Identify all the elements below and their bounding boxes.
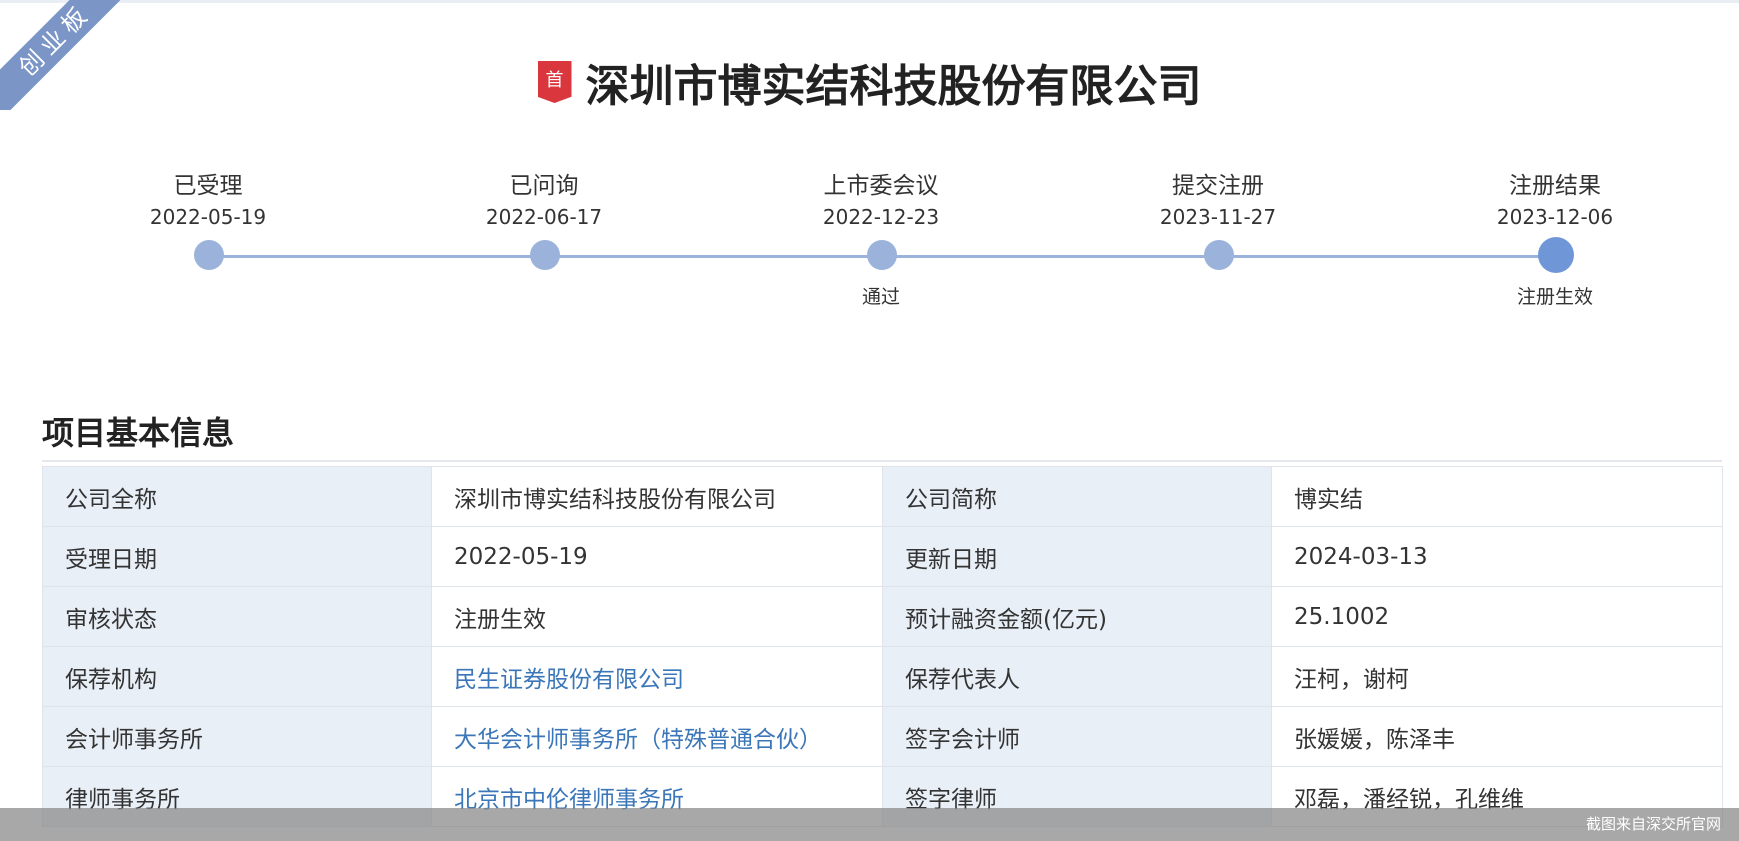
sponsor-representative-label: 保荐代表人	[882, 646, 1272, 707]
timeline-step-date: 2022-06-17	[485, 205, 603, 229]
timeline-step-date: 2023-11-27	[1159, 205, 1277, 229]
page-header: 首 深圳市博实结科技股份有限公司	[0, 50, 1739, 120]
timeline-step-name: 注册结果	[1509, 173, 1601, 199]
signing-accountant-value: 张媛媛，陈泽丰	[1271, 706, 1723, 767]
timeline-step-name: 已受理	[173, 173, 243, 199]
table-row: 审核状态 注册生效 预计融资金额(亿元) 25.1002	[42, 586, 1723, 647]
timeline-step-listing-committee: 上市委会议 2022-12-23 通过	[781, 170, 981, 308]
timeline-step-inquired: 已问询 2022-06-17	[444, 170, 644, 270]
timeline-step-date: 2023-12-06	[1496, 205, 1614, 229]
timeline-step-accepted: 已受理 2022-05-19	[108, 170, 308, 270]
timeline-step-status: 注册生效	[1516, 286, 1593, 308]
update-date-value: 2024-03-13	[1271, 526, 1723, 587]
timeline-dot	[530, 240, 560, 270]
timeline-dot	[1204, 240, 1234, 270]
sponsor-representative-value: 汪柯，谢柯	[1271, 646, 1723, 707]
sponsor-link[interactable]: 民生证券股份有限公司	[431, 646, 883, 707]
company-full-name-value: 深圳市博实结科技股份有限公司	[431, 466, 883, 527]
timeline-dot	[194, 240, 224, 270]
sponsor-label: 保荐机构	[42, 646, 432, 707]
project-info-table: 公司全称 深圳市博实结科技股份有限公司 公司简称 博实结 受理日期 2022-0…	[42, 466, 1723, 827]
screenshot-source-note: 截图来自深交所官网	[1585, 815, 1721, 833]
review-status-label: 审核状态	[42, 586, 432, 647]
timeline-step-registration-submitted: 提交注册 2023-11-27	[1118, 170, 1318, 270]
page-title: 深圳市博实结科技股份有限公司	[585, 61, 1202, 112]
accounting-firm-label: 会计师事务所	[42, 706, 432, 767]
timeline-step-name: 提交注册	[1172, 173, 1264, 199]
progress-timeline: 已受理 2022-05-19 已问询 2022-06-17 上市委会议 2022…	[0, 170, 1739, 320]
accept-date-label: 受理日期	[42, 526, 432, 587]
timeline-dot	[867, 240, 897, 270]
company-full-name-label: 公司全称	[42, 466, 432, 527]
section-title: 项目基本信息	[42, 414, 235, 452]
timeline-step-date: 2022-12-23	[822, 205, 940, 229]
first-bookmark-icon: 首	[537, 61, 572, 103]
table-row: 保荐机构 民生证券股份有限公司 保荐代表人 汪柯，谢柯	[42, 646, 1723, 707]
timeline-step-name: 已问询	[509, 173, 579, 199]
timeline-step-registration-result: 注册结果 2023-12-06 注册生效	[1455, 170, 1655, 308]
company-short-name-label: 公司简称	[882, 466, 1272, 527]
table-row: 公司全称 深圳市博实结科技股份有限公司 公司简称 博实结	[42, 466, 1723, 527]
table-row: 会计师事务所 大华会计师事务所（特殊普通合伙） 签字会计师 张媛媛，陈泽丰	[42, 706, 1723, 767]
timeline-step-status: 通过	[861, 286, 900, 308]
signing-accountant-label: 签字会计师	[882, 706, 1272, 767]
table-row: 受理日期 2022-05-19 更新日期 2024-03-13	[42, 526, 1723, 587]
screenshot-source-bar: 截图来自深交所官网	[0, 808, 1739, 841]
company-short-name-value: 博实结	[1271, 466, 1723, 527]
update-date-label: 更新日期	[882, 526, 1272, 587]
timeline-step-date: 2022-05-19	[149, 205, 267, 229]
top-divider	[0, 0, 1739, 3]
accounting-firm-link[interactable]: 大华会计师事务所（特殊普通合伙）	[431, 706, 883, 767]
accept-date-value: 2022-05-19	[431, 526, 883, 587]
timeline-step-name: 上市委会议	[823, 173, 939, 199]
timeline-dot-current	[1538, 237, 1574, 273]
financing-amount-value: 25.1002	[1271, 586, 1723, 647]
financing-amount-label: 预计融资金额(亿元)	[882, 586, 1272, 647]
review-status-value: 注册生效	[431, 586, 883, 647]
section-divider	[42, 460, 1722, 462]
